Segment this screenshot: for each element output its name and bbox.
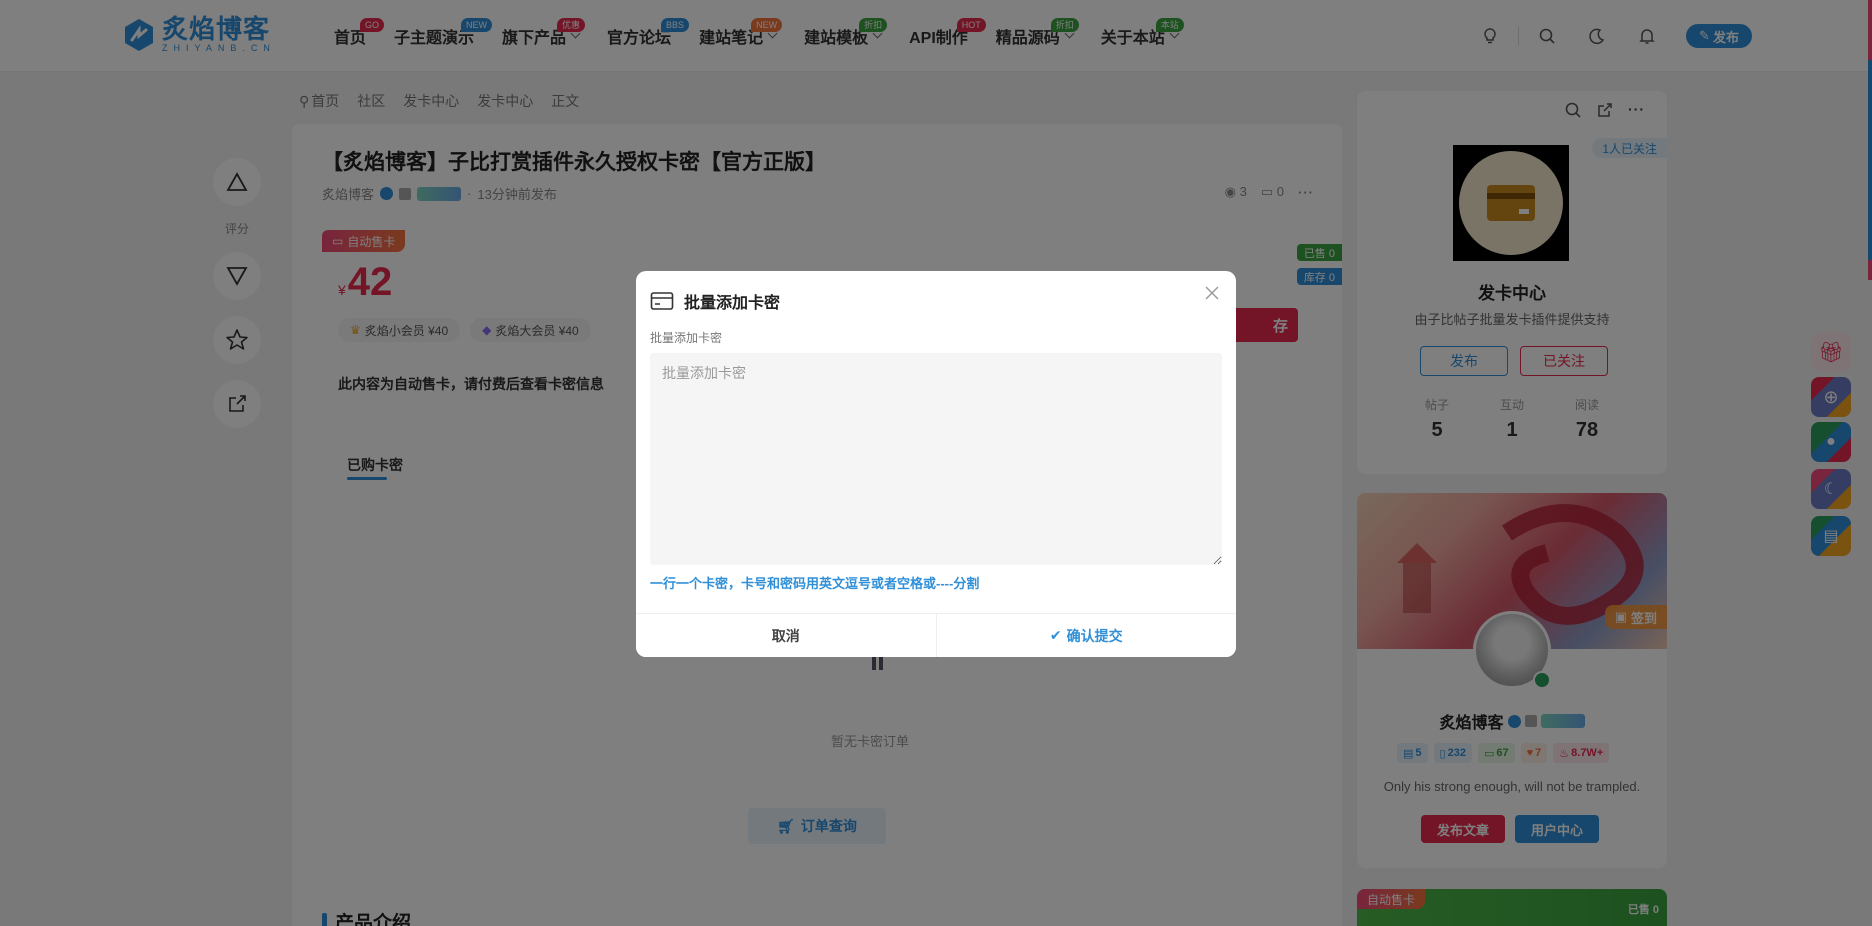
credit-card-icon [650, 292, 674, 310]
format-hint: 一行一个卡密，卡号和密码用英文逗号或者空格或----分割 [650, 576, 980, 591]
batch-add-dialog: 批量添加卡密 批量添加卡密 一行一个卡密，卡号和密码用英文逗号或者空格或----… [636, 271, 1236, 657]
confirm-submit-button[interactable]: ✔ 确认提交 [936, 614, 1236, 657]
modal-title: 批量添加卡密 [684, 295, 781, 312]
check-icon: ✔ [1049, 627, 1062, 643]
card-keys-textarea[interactable] [650, 353, 1222, 565]
field-label: 批量添加卡密 [650, 331, 723, 345]
close-icon[interactable] [1204, 285, 1220, 301]
cancel-button[interactable]: 取消 [636, 614, 936, 657]
